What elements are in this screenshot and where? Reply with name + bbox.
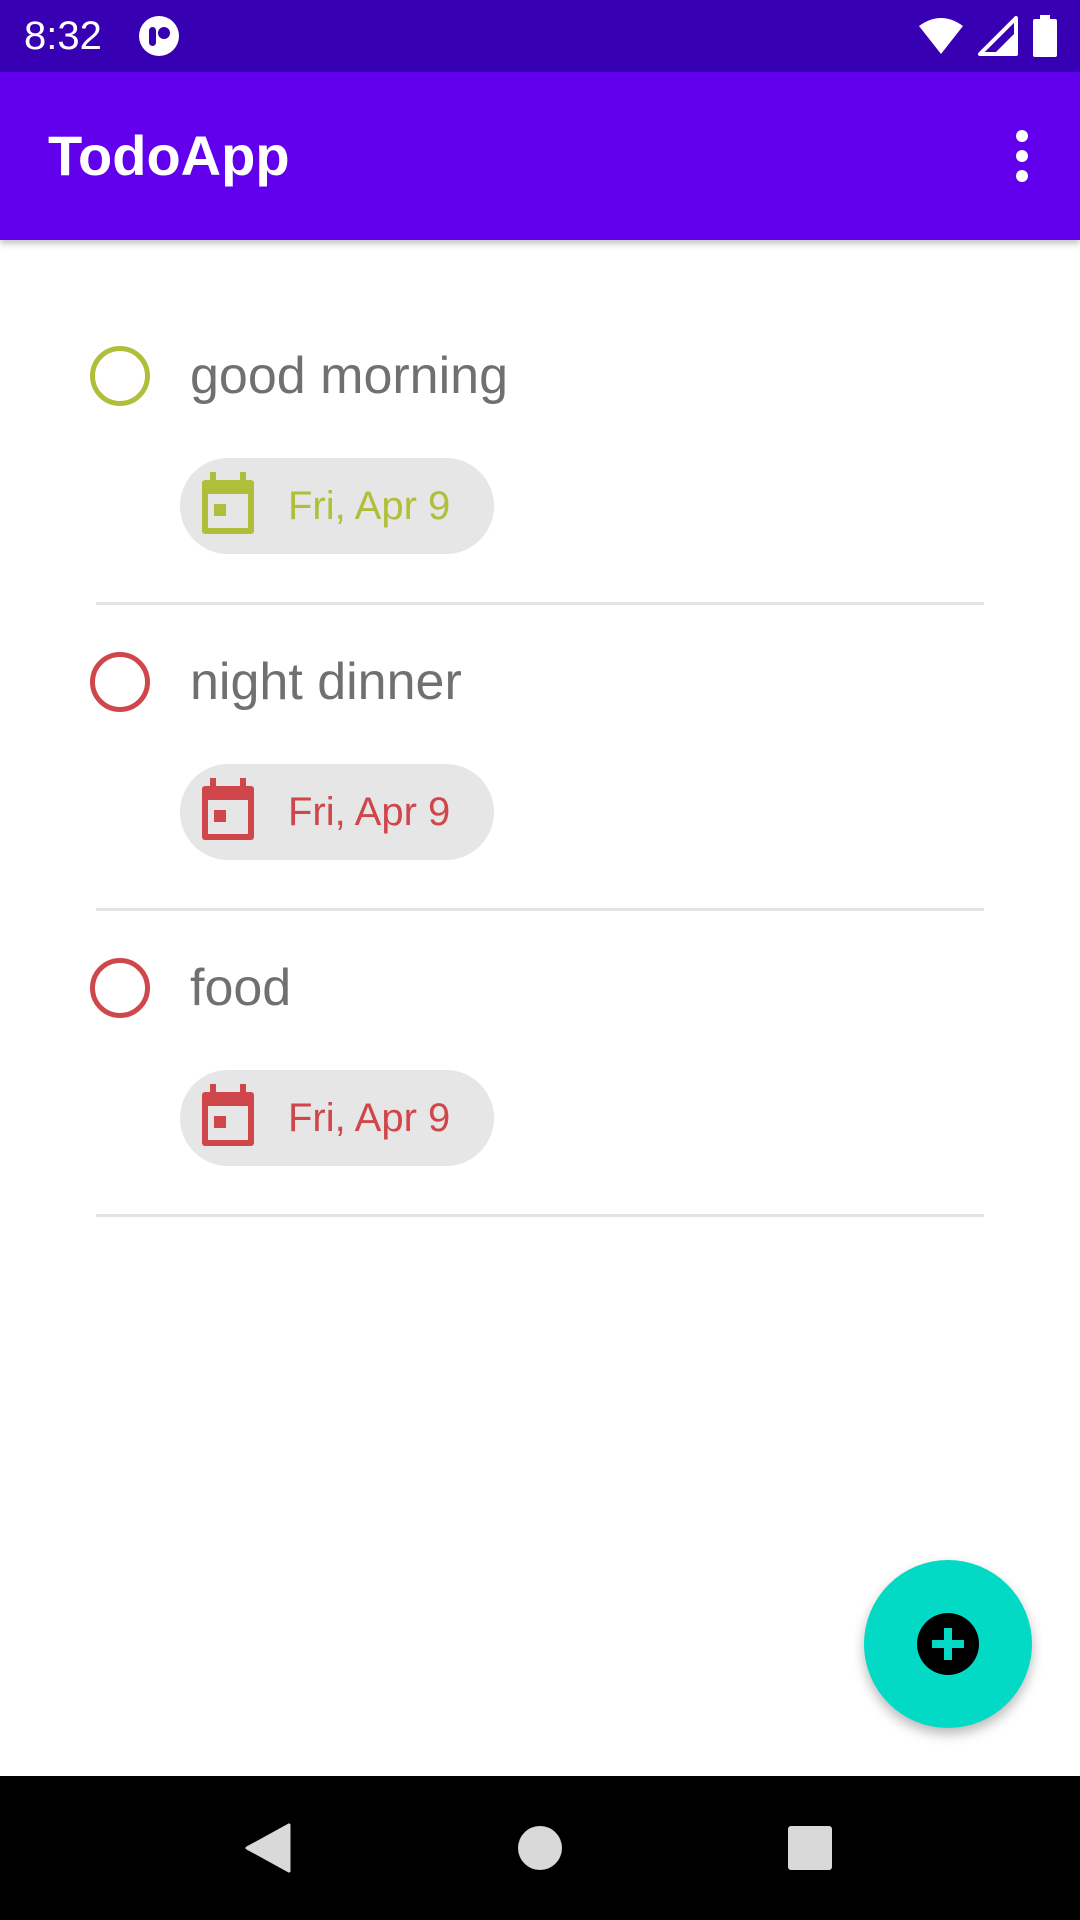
calendar-icon [202, 778, 254, 840]
list-divider [96, 1214, 984, 1217]
app-title: TodoApp [48, 124, 290, 187]
todo-title: food [190, 959, 292, 1017]
due-date-label: Fri, Apr 9 [288, 484, 451, 528]
todo-checkbox[interactable] [90, 958, 150, 1018]
todo-item[interactable]: good morning Fri, Apr 9 [0, 240, 1080, 605]
due-date-chip[interactable]: Fri, Apr 9 [180, 458, 494, 554]
wifi-icon [919, 18, 963, 54]
navigation-bar [0, 1776, 1080, 1920]
cell-signal-icon [978, 16, 1018, 56]
calendar-icon [202, 472, 254, 534]
todo-checkbox[interactable] [90, 346, 150, 406]
due-date-label: Fri, Apr 9 [288, 790, 451, 834]
back-icon [245, 1823, 291, 1873]
due-date-chip[interactable]: Fri, Apr 9 [180, 764, 494, 860]
app-notification-icon [139, 16, 179, 56]
more-vert-icon [1016, 130, 1028, 182]
due-date-label: Fri, Apr 9 [288, 1096, 451, 1140]
app-bar: TodoApp [0, 72, 1080, 240]
todo-item[interactable]: night dinner Fri, Apr 9 [0, 546, 1080, 911]
recents-icon [788, 1826, 832, 1870]
recents-button[interactable] [770, 1808, 850, 1888]
status-icons [918, 14, 1058, 58]
screen: 8:32 TodoApp good morning Fri, Apr 9 nig… [0, 0, 1080, 1920]
todo-title: good morning [190, 347, 508, 405]
battery-icon [1033, 15, 1057, 57]
overflow-menu-button[interactable] [982, 116, 1062, 196]
calendar-icon [202, 1084, 254, 1146]
add-todo-button[interactable] [864, 1560, 1032, 1728]
todo-item[interactable]: food Fri, Apr 9 [0, 852, 1080, 1217]
home-button[interactable] [500, 1808, 580, 1888]
home-icon [518, 1826, 562, 1870]
status-time: 8:32 [24, 14, 102, 58]
todo-title: night dinner [190, 653, 462, 711]
back-button[interactable] [228, 1808, 308, 1888]
add-circle-icon [917, 1613, 979, 1675]
status-bar: 8:32 [0, 0, 1080, 72]
todo-checkbox[interactable] [90, 652, 150, 712]
due-date-chip[interactable]: Fri, Apr 9 [180, 1070, 494, 1166]
